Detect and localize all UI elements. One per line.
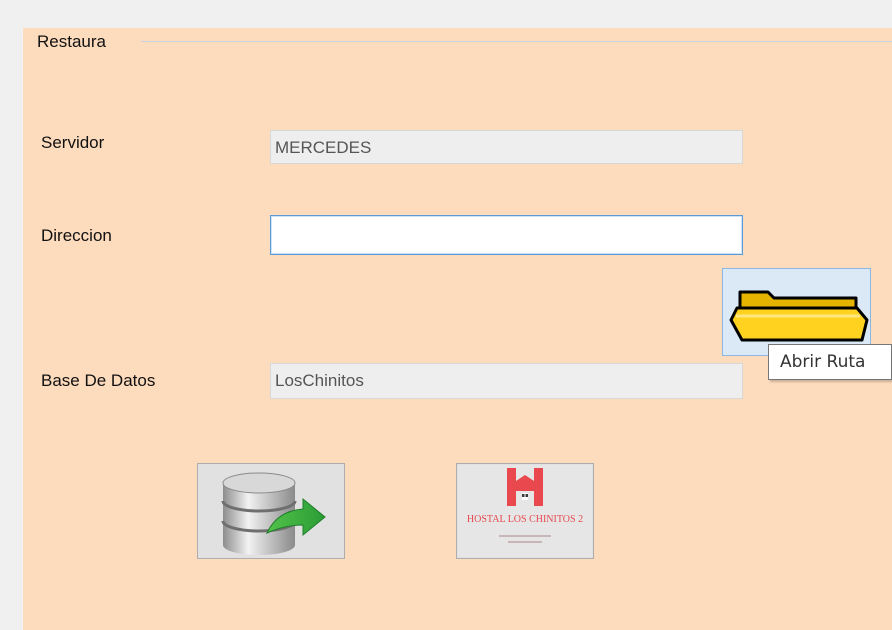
hostal-logo-icon: HOSTAL LOS CHINITOS 2 <box>458 465 592 557</box>
direccion-field[interactable] <box>270 215 743 255</box>
servidor-label: Servidor <box>41 133 105 152</box>
hostal-logo-button[interactable]: HOSTAL LOS CHINITOS 2 <box>456 463 594 559</box>
servidor-field[interactable]: MERCEDES <box>270 130 743 164</box>
restore-database-button[interactable] <box>197 463 345 559</box>
database-restore-icon <box>221 472 326 555</box>
open-path-tooltip: Abrir Ruta <box>768 344 892 380</box>
groupbox-title: Restaura <box>37 32 106 51</box>
groupbox-border <box>141 41 892 42</box>
hostal-logo-text: HOSTAL LOS CHINITOS 2 <box>467 514 583 525</box>
folder-icon <box>729 290 869 342</box>
direccion-label: Direccion <box>41 226 112 245</box>
open-path-button[interactable] <box>722 268 871 356</box>
base-datos-label: Base De Datos <box>41 371 156 390</box>
restore-form: Restaura Servidor MERCEDES Direccion Abr… <box>0 0 892 630</box>
base-datos-field[interactable]: LosChinitos <box>270 363 743 399</box>
